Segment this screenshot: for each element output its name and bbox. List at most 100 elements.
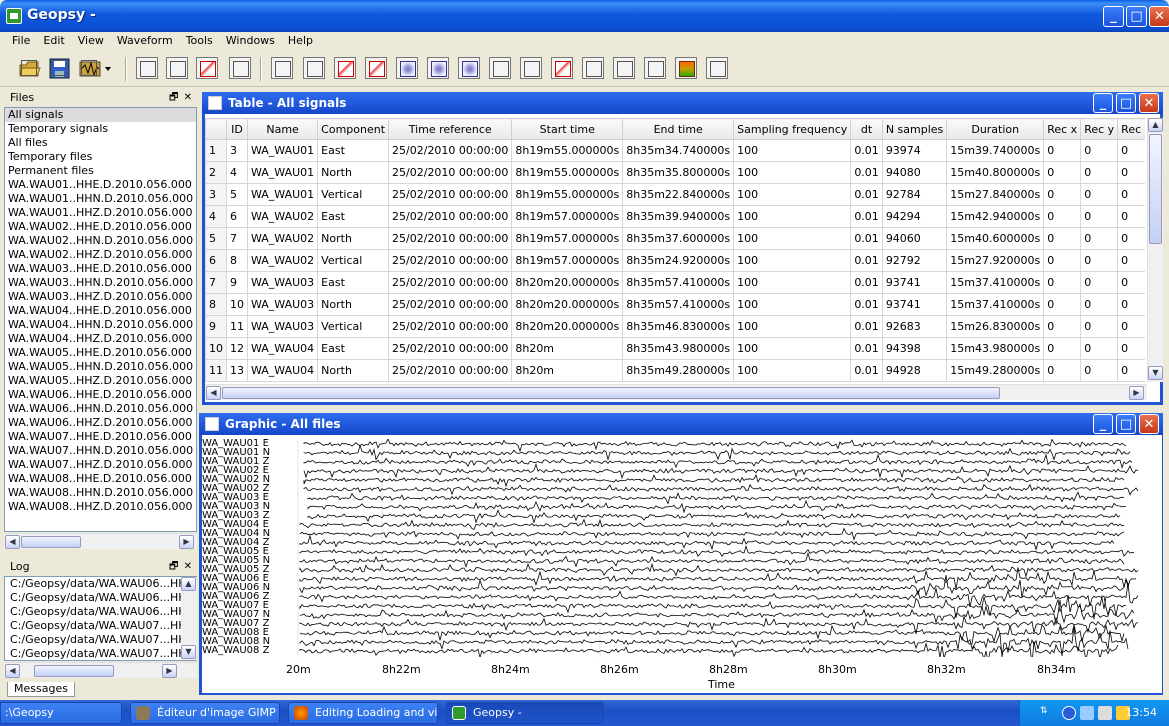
table-cell[interactable]: 13 (226, 359, 248, 382)
table-cell[interactable]: WA_WAU04 (246, 359, 319, 382)
column-header[interactable]: N samples (881, 118, 948, 140)
table-cell[interactable]: 25/02/2010 00:00:00 (388, 161, 513, 184)
table-cell[interactable]: 0.01 (850, 139, 883, 162)
table-cell[interactable]: 25/02/2010 00:00:00 (388, 359, 513, 382)
table-cell[interactable]: 15m27.840000s (946, 183, 1045, 206)
files-list-item[interactable]: WA.WAU05..HHN.D.2010.056.000 (5, 360, 196, 374)
menu-view[interactable]: View (72, 32, 110, 49)
row-number[interactable]: 6 (205, 249, 227, 272)
table-cell[interactable]: WA_WAU01 (246, 161, 319, 184)
row-number[interactable]: 10 (205, 337, 227, 360)
table-cell[interactable]: Vertical (317, 249, 390, 272)
table-cell[interactable]: East (317, 139, 390, 162)
maximize-button[interactable]: □ (1116, 414, 1136, 434)
table-cell[interactable]: 0 (1080, 337, 1119, 360)
table-row[interactable]: 6 8 WA_WAU02 Vertical 25/02/2010 00:00:00 8h1… (205, 249, 1145, 272)
taskbar-item-geopsy[interactable]: Geopsy - (446, 702, 604, 724)
table-cell[interactable]: 0 (1080, 139, 1119, 162)
table-cell[interactable]: 0 (1117, 139, 1145, 162)
table-cell[interactable]: WA_WAU02 (246, 249, 319, 272)
column-header[interactable]: Name (246, 118, 319, 140)
scroll-down-icon[interactable]: ▼ (181, 645, 196, 659)
files-list-item[interactable]: WA.WAU01..HHN.D.2010.056.000 (5, 192, 196, 206)
table-cell[interactable]: 25/02/2010 00:00:00 (388, 139, 513, 162)
table-cell[interactable]: North (317, 359, 390, 382)
table-cell[interactable]: 0 (1117, 249, 1145, 272)
table-cell[interactable]: 8h35m57.410000s (622, 271, 735, 294)
dock-float-close-icon[interactable]: 🗗 ✕ (169, 558, 193, 575)
table-cell[interactable]: 8h20m (511, 359, 624, 382)
table-cell[interactable]: 8h35m57.410000s (622, 293, 735, 316)
table-cell[interactable]: 8h35m35.800000s (622, 161, 735, 184)
table-cell[interactable]: 8h35m43.980000s (622, 337, 735, 360)
table-cell[interactable]: 0.01 (850, 249, 883, 272)
table-cell[interactable]: WA_WAU03 (246, 271, 319, 294)
table-cell[interactable]: 0 (1117, 271, 1145, 294)
column-header[interactable]: ID (226, 118, 248, 140)
table-cell[interactable]: 11 (226, 315, 248, 338)
column-header[interactable] (205, 118, 227, 140)
close-button[interactable]: ✕ (1139, 93, 1159, 113)
files-list-item[interactable]: All files (5, 136, 196, 150)
minimize-button[interactable]: _ (1103, 6, 1124, 27)
taskbar-item-gimp[interactable]: Éditeur d'image GIMP (130, 702, 280, 724)
table-cell[interactable]: 100 (733, 227, 852, 250)
table-cell[interactable]: 15m27.920000s (946, 249, 1045, 272)
table-cell[interactable]: 0 (1043, 337, 1082, 360)
fk-icon[interactable] (396, 57, 418, 79)
table-cell[interactable]: 92784 (881, 183, 948, 206)
column-header[interactable]: End time (622, 118, 735, 140)
scroll-thumb[interactable] (21, 536, 81, 548)
scroll-thumb[interactable] (222, 387, 1000, 399)
table-cell[interactable]: East (317, 205, 390, 228)
files-list-item[interactable]: WA.WAU05..HHZ.D.2010.056.000 (5, 374, 196, 388)
table-cell[interactable]: 25/02/2010 00:00:00 (388, 293, 513, 316)
files-list-item[interactable]: WA.WAU03..HHZ.D.2010.056.000 (5, 290, 196, 304)
table-cell[interactable]: 0 (1043, 183, 1082, 206)
table-cell[interactable]: 8h20m20.000000s (511, 293, 624, 316)
files-list-item[interactable]: WA.WAU04..HHZ.D.2010.056.000 (5, 332, 196, 346)
seismogram-traces[interactable] (286, 439, 1148, 657)
fk-array-icon[interactable] (427, 57, 449, 79)
table-cell[interactable]: 25/02/2010 00:00:00 (388, 183, 513, 206)
table-cell[interactable]: 0 (1080, 161, 1119, 184)
table-cell[interactable]: WA_WAU03 (246, 293, 319, 316)
table-cell[interactable]: East (317, 337, 390, 360)
table-cell[interactable]: 15m43.980000s (946, 337, 1045, 360)
close-button[interactable]: ✕ (1139, 414, 1159, 434)
files-list-item[interactable]: WA.WAU01..HHE.D.2010.056.000 (5, 178, 196, 192)
open-folder-icon[interactable] (18, 57, 41, 79)
files-list-item[interactable]: WA.WAU04..HHN.D.2010.056.000 (5, 318, 196, 332)
table-cell[interactable]: 6 (226, 205, 248, 228)
volume-icon[interactable] (1098, 706, 1112, 720)
table-cell[interactable]: 8h35m46.830000s (622, 315, 735, 338)
files-list-item[interactable]: WA.WAU08..HHZ.D.2010.056.000 (5, 500, 196, 514)
scroll-down-icon[interactable]: ▼ (1148, 366, 1163, 380)
table-icon[interactable] (136, 57, 158, 79)
table-cell[interactable]: 15m49.280000s (946, 359, 1045, 382)
tab-messages[interactable]: Messages (7, 682, 75, 697)
table-cell[interactable]: 0.01 (850, 315, 883, 338)
table-cell[interactable]: 94928 (881, 359, 948, 382)
table-cell[interactable]: 0 (1117, 161, 1145, 184)
menu-tools[interactable]: Tools (180, 32, 219, 49)
files-list-item[interactable]: WA.WAU07..HHZ.D.2010.056.000 (5, 458, 196, 472)
structure-icon[interactable] (551, 57, 573, 79)
log-horizontal-scrollbar[interactable]: ◀ ▶ (4, 662, 197, 678)
table-row[interactable]: 3 5 WA_WAU01 Vertical 25/02/2010 00:00:00 8h1… (205, 183, 1145, 206)
table-cell[interactable]: 94060 (881, 227, 948, 250)
files-list-item[interactable]: WA.WAU05..HHE.D.2010.056.000 (5, 346, 196, 360)
files-list-item[interactable]: WA.WAU02..HHN.D.2010.056.000 (5, 234, 196, 248)
table-cell[interactable]: 8h35m34.740000s (622, 139, 735, 162)
menu-windows[interactable]: Windows (220, 32, 281, 49)
files-list-item[interactable]: WA.WAU02..HHZ.D.2010.056.000 (5, 248, 196, 262)
chart-icon[interactable] (229, 57, 251, 79)
table-cell[interactable]: 94080 (881, 161, 948, 184)
table-cell[interactable]: East (317, 271, 390, 294)
files-list-item[interactable]: WA.WAU01..HHZ.D.2010.056.000 (5, 206, 196, 220)
scroll-left-icon[interactable]: ◀ (206, 386, 221, 400)
table-cell[interactable]: 10 (226, 293, 248, 316)
table-row[interactable]: 8 10 WA_WAU03 North 25/02/2010 00:00:00 8h20m… (205, 293, 1145, 316)
table-cell[interactable]: 25/02/2010 00:00:00 (388, 205, 513, 228)
table-cell[interactable]: 0 (1080, 227, 1119, 250)
